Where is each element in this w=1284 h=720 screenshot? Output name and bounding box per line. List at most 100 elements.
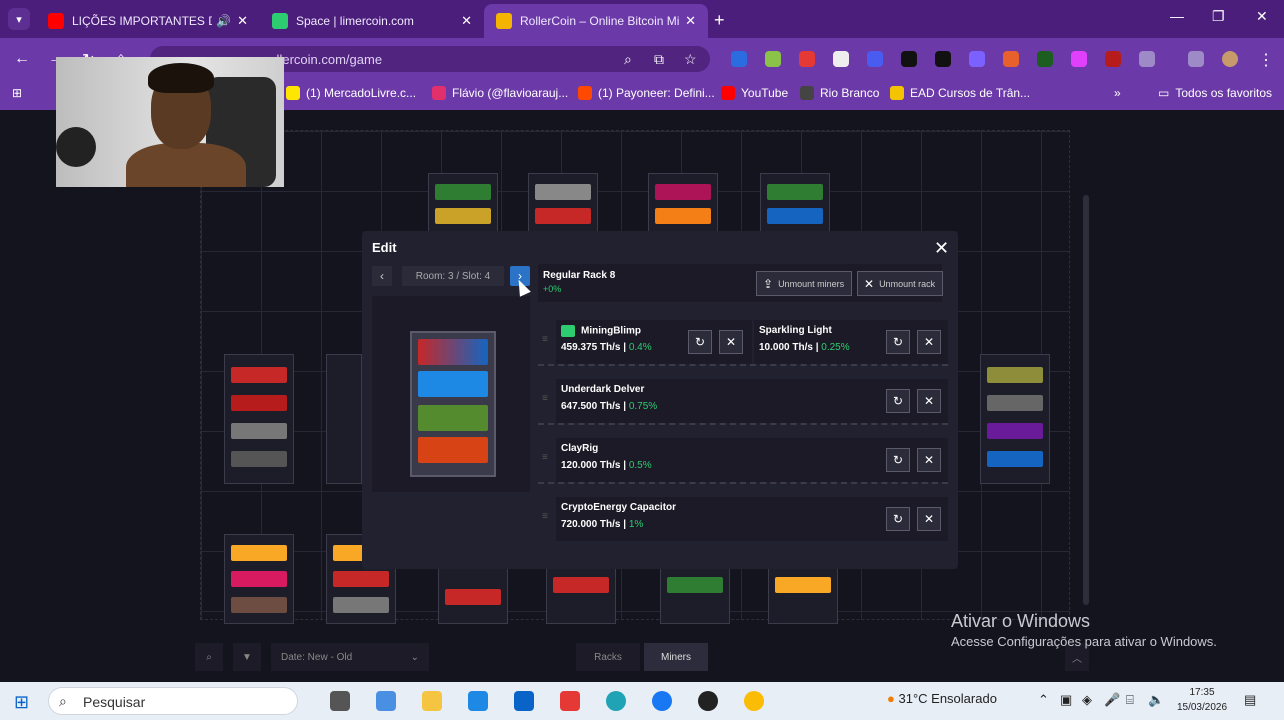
windows-start-icon[interactable]: ⊞ [14,692,29,713]
remove-icon[interactable]: ✕ [917,507,941,531]
swap-icon[interactable]: ↻ [886,389,910,413]
sort-select[interactable]: Date: New - Old ⌄ [271,643,429,671]
chevron-left-icon[interactable]: ‹ [372,266,392,286]
notification-icon[interactable]: ▤ [1244,692,1256,708]
extension-icon[interactable] [935,51,951,67]
menu-icon[interactable]: ⋮ [1258,50,1274,70]
more-bookmarks-icon[interactable]: » [1114,86,1121,100]
rack[interactable] [768,568,838,624]
drag-handle-icon[interactable]: ≡ [542,393,548,404]
close-tab-icon[interactable]: ✕ [237,13,248,29]
puzzle-icon[interactable] [1139,51,1155,67]
rack[interactable] [224,534,294,624]
network-icon[interactable]: ⌸ [1126,692,1134,708]
rack[interactable] [326,354,362,484]
shield-extension-icon[interactable] [731,51,747,67]
rack[interactable] [438,568,508,624]
chart-extension-icon[interactable] [765,51,781,67]
tab-miners[interactable]: Miners [644,643,708,671]
tab-search-icon[interactable]: ▾ [8,8,30,30]
clock[interactable]: 17:35 15/03/2026 [1172,685,1232,715]
remove-icon[interactable]: ✕ [917,448,941,472]
volume-icon[interactable]: 🔈 [1148,692,1164,708]
store-icon[interactable] [468,691,488,711]
bookmark-mercadolivre[interactable]: (1) MercadoLivre.c... [286,86,416,100]
window-close-icon[interactable]: ✕ [1256,8,1268,25]
metamask-icon[interactable] [1003,51,1019,67]
microphone-icon[interactable]: 🎤 [1104,692,1120,708]
swap-icon[interactable]: ↻ [886,448,910,472]
app-icon[interactable] [698,691,718,711]
miner-card[interactable]: ClayRig 120.000 Th/s | 0.5% ↻ ✕ [556,438,948,482]
close-tab-icon[interactable]: ✕ [461,13,472,29]
minimize-icon[interactable]: — [1170,8,1184,24]
tray-icon[interactable]: ◈ [1082,692,1092,708]
tab-limercoin[interactable]: Space | limercoin.com ✕ [260,4,484,38]
miner-card[interactable]: Sparkling Light 10.000 Th/s | 0.25% ↻ ✕ [754,320,948,364]
unmount-miners-button[interactable]: ⇪ Unmount miners [756,271,852,296]
extension-icon[interactable] [901,51,917,67]
chevron-up-icon[interactable]: ⌃ [1038,692,1049,708]
task-view-icon[interactable] [330,691,350,711]
zoom-icon[interactable]: ⌕ [624,51,632,68]
tab-rollercoin[interactable]: RollerCoin – Online Bitcoin Min ✕ [484,4,708,38]
speaker-icon[interactable]: 🔊 [216,14,231,28]
tab-licoes[interactable]: LIÇÕES IMPORTANTES DE V 🔊 ✕ [36,4,260,38]
bookmark-instagram[interactable]: Flávio (@flavioarauj... [432,86,568,100]
drag-handle-icon[interactable]: ≡ [542,452,548,463]
miner-card[interactable]: Underdark Delver 647.500 Th/s | 0.75% ↻ … [556,379,948,423]
extension-icon[interactable] [1071,51,1087,67]
taskbar-search[interactable]: ⌕ Pesquisar [48,687,298,715]
swap-icon[interactable]: ↻ [886,507,910,531]
back-icon[interactable]: ← [14,50,30,68]
bookmark-youtube[interactable]: YouTube [721,86,788,100]
profile-avatar[interactable] [1222,51,1238,67]
extension-icon[interactable] [833,51,849,67]
all-bookmarks[interactable]: ▭ Todos os favoritos [1158,86,1272,100]
rack[interactable] [980,354,1050,484]
extension-icon[interactable] [969,51,985,67]
chrome-icon[interactable] [744,691,764,711]
drag-handle-icon[interactable]: ≡ [542,511,548,522]
swap-icon[interactable]: ↻ [688,330,712,354]
apps-icon[interactable]: ⊞ [12,86,22,100]
miner-card[interactable]: MiningBlimp 459.375 Th/s | 0.4% ↻ ✕ [556,320,752,364]
extension-icon[interactable] [1037,51,1053,67]
facebook-icon[interactable] [652,691,672,711]
bookmark-rio-branco[interactable]: Rio Branco [800,86,879,100]
extension-icon[interactable] [799,51,815,67]
tray-icon[interactable]: ▣ [1060,692,1072,708]
close-icon[interactable]: ✕ [934,238,949,259]
bookmark-payoneer[interactable]: (1) Payoneer: Defini... [578,86,715,100]
remove-icon[interactable]: ✕ [719,330,743,354]
miner-power: 720.000 Th/s [561,519,621,530]
new-tab-button[interactable]: + [714,10,725,31]
drag-handle-icon[interactable]: ≡ [542,334,548,345]
rack[interactable] [224,354,294,484]
swap-icon[interactable]: ↻ [886,330,910,354]
edge-icon[interactable] [606,691,626,711]
install-icon[interactable]: ⧉ [654,51,664,68]
rack[interactable] [546,568,616,624]
bookmark-ead[interactable]: EAD Cursos de Trân... [890,86,1030,100]
weather-widget[interactable]: ● 31°C Ensolarado [887,691,997,706]
star-icon[interactable]: ☆ [684,51,697,68]
tab-racks[interactable]: Racks [576,643,640,671]
media-icon[interactable] [1188,51,1204,67]
extension-icon[interactable] [1105,51,1121,67]
copilot-icon[interactable] [376,691,396,711]
rack[interactable] [660,568,730,624]
restore-icon[interactable]: ❐ [1212,8,1225,25]
close-tab-icon[interactable]: ✕ [685,13,696,29]
remove-icon[interactable]: ✕ [917,389,941,413]
app-icon[interactable] [560,691,580,711]
file-explorer-icon[interactable] [422,691,442,711]
unmount-rack-button[interactable]: ✕ Unmount rack [857,271,943,296]
remove-icon[interactable]: ✕ [917,330,941,354]
extension-icon[interactable] [867,51,883,67]
miner-card[interactable]: CryptoEnergy Capacitor 720.000 Th/s | 1%… [556,497,948,541]
filter-icon[interactable]: ▼ [233,643,261,671]
outlook-icon[interactable] [514,691,534,711]
search-icon[interactable]: ⌕ [195,643,223,671]
game-scrollbar[interactable] [1083,195,1089,605]
